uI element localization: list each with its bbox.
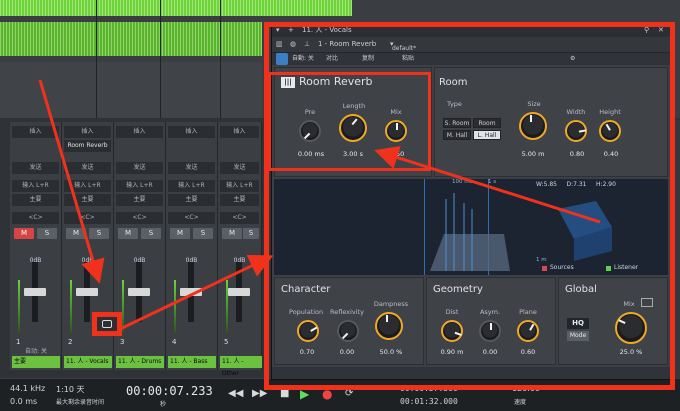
annotation-arrows — [38, 79, 601, 332]
daw-window: { "plugin": { "title": "11. \u4eba - Voc… — [0, 0, 680, 411]
